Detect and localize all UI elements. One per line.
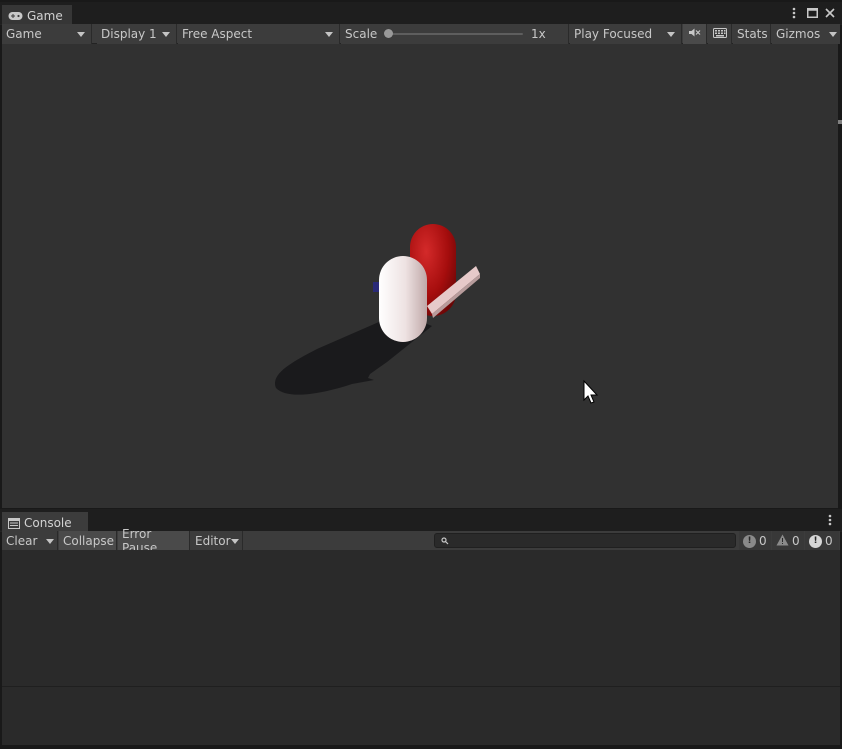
warning-icon — [776, 534, 789, 549]
mouse-cursor-icon — [583, 379, 599, 404]
game-view-dropdown[interactable]: Game — [2, 24, 92, 44]
editor-label: Editor — [195, 534, 231, 548]
error-count: 0 — [825, 534, 833, 548]
console-list-icon — [8, 517, 20, 529]
play-mode-label: Play Focused — [574, 27, 653, 41]
tab-game-label: Game — [27, 9, 63, 23]
aspect-label: Free Aspect — [182, 27, 253, 41]
game-scene — [275, 224, 599, 404]
tab-console-label: Console — [24, 516, 72, 530]
gizmos-label: Gizmos — [776, 27, 821, 41]
stats-label: Stats — [737, 27, 768, 41]
scale-slider-thumb[interactable] — [384, 29, 393, 38]
console-window-controls — [824, 513, 836, 527]
stats-button[interactable]: Stats — [733, 24, 771, 44]
error-icon: ! — [809, 534, 822, 548]
aspect-dropdown[interactable]: Free Aspect — [178, 24, 340, 44]
error-pause-button[interactable]: Error Pause — [118, 527, 190, 555]
info-count: 0 — [759, 534, 767, 548]
keyboard-icon — [712, 27, 727, 41]
console-toolbar: Clear Collapse Error Pause Editor ! 0 0 … — [2, 527, 840, 555]
window-controls — [788, 6, 836, 20]
editor-dropdown[interactable]: Editor — [191, 531, 243, 551]
scale-control: Scale 1x — [341, 24, 569, 44]
gizmos-dropdown[interactable]: Gizmos — [772, 24, 840, 44]
info-icon: ! — [743, 534, 756, 548]
tab-console[interactable]: Console — [2, 512, 88, 532]
white-capsule — [379, 256, 427, 342]
more-vertical-icon[interactable] — [824, 513, 836, 527]
error-count-toggle[interactable]: ! 0 — [805, 531, 839, 551]
scale-slider-track[interactable] — [387, 33, 523, 35]
game-view-label: Game — [6, 27, 42, 41]
warning-count-toggle[interactable]: 0 — [772, 531, 804, 551]
mute-audio-button[interactable] — [683, 24, 707, 44]
chevron-down-icon — [77, 32, 85, 37]
display-label: Display 1 — [101, 27, 157, 41]
keyboard-shortcuts-button[interactable] — [708, 24, 732, 44]
console-search-input[interactable] — [434, 533, 736, 548]
scale-value: 1x — [531, 27, 546, 41]
blue-object — [373, 282, 379, 292]
play-mode-dropdown[interactable]: Play Focused — [570, 24, 682, 44]
game-toolbar: Game Display 1 Free Aspect Scale 1x Play… — [2, 24, 840, 44]
game-tab-bar: Game — [0, 2, 842, 25]
clear-label: Clear — [6, 534, 38, 548]
close-icon[interactable] — [824, 6, 836, 20]
clear-dropdown[interactable]: Clear — [2, 531, 58, 551]
game-viewport[interactable] — [2, 44, 838, 508]
tab-game[interactable]: Game — [2, 5, 72, 25]
console-splitter[interactable] — [2, 686, 840, 687]
warning-count: 0 — [792, 534, 800, 548]
collapse-label: Collapse — [63, 534, 114, 548]
chevron-down-icon — [46, 539, 54, 544]
search-icon — [441, 534, 449, 548]
chevron-down-icon — [325, 32, 333, 37]
collapse-button[interactable]: Collapse — [59, 531, 117, 551]
resize-handle — [838, 120, 842, 124]
scale-label: Scale — [345, 27, 378, 41]
info-count-toggle[interactable]: ! 0 — [739, 531, 771, 551]
gamepad-icon — [8, 11, 23, 21]
chevron-down-icon — [231, 539, 239, 544]
display-dropdown[interactable]: Display 1 — [97, 24, 177, 44]
more-vertical-icon[interactable] — [788, 6, 800, 20]
mute-audio-icon — [688, 27, 701, 41]
maximize-icon[interactable] — [806, 6, 818, 20]
chevron-down-icon — [162, 32, 170, 37]
console-log-area[interactable] — [2, 550, 840, 745]
chevron-down-icon — [667, 32, 675, 37]
chevron-down-icon — [829, 32, 837, 37]
